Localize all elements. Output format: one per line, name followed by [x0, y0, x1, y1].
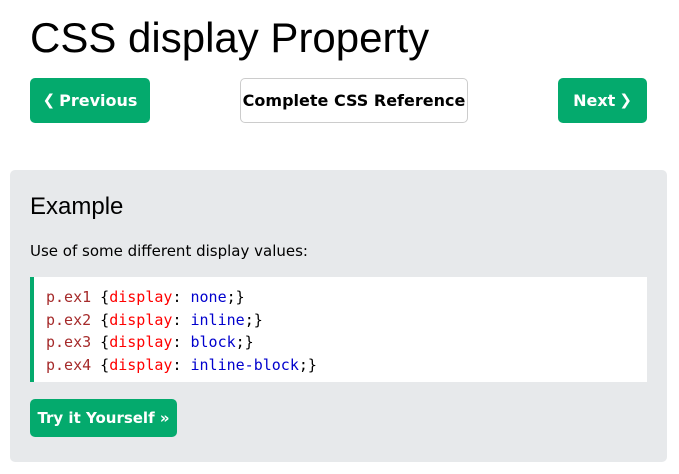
- code-value: block: [190, 333, 236, 351]
- code-line: p.ex2 {display: inline;}: [46, 310, 263, 329]
- previous-button[interactable]: ❮ Previous: [30, 78, 150, 123]
- code-selector: p.ex4: [46, 355, 92, 374]
- code-block[interactable]: p.ex1 {display: none;} p.ex2 {display: i…: [30, 277, 647, 382]
- code-property: display: [109, 355, 173, 374]
- code-value: inline-block: [190, 355, 299, 374]
- example-description: Use of some different display values:: [30, 242, 308, 260]
- next-button-label: Next: [573, 91, 616, 110]
- chevron-right-icon: ❯: [619, 91, 632, 109]
- previous-button-label: Previous: [59, 91, 138, 110]
- try-it-yourself-label: Try it Yourself »: [37, 409, 170, 427]
- code-value: inline: [190, 310, 245, 329]
- code-property: display: [109, 310, 173, 329]
- complete-css-reference-button[interactable]: Complete CSS Reference: [240, 78, 468, 123]
- try-it-yourself-button[interactable]: Try it Yourself »: [30, 399, 177, 437]
- code-selector: p.ex3: [46, 333, 92, 351]
- example-box: Example Use of some different display va…: [10, 170, 667, 462]
- next-button[interactable]: Next ❯: [558, 78, 647, 123]
- code-selector: p.ex2: [46, 310, 92, 329]
- code-line: p.ex4 {display: inline-block;}: [46, 355, 317, 374]
- code-line: p.ex3 {display: block;}: [46, 333, 254, 351]
- complete-css-reference-label: Complete CSS Reference: [242, 91, 466, 110]
- code-selector: p.ex1: [46, 288, 92, 306]
- page: CSS display Property ❮ Previous Complete…: [0, 0, 679, 474]
- code-line: p.ex1 {display: none;}: [46, 288, 245, 306]
- code-property: display: [109, 288, 173, 306]
- code-value: none: [190, 288, 227, 306]
- code-property: display: [109, 333, 173, 351]
- page-title: CSS display Property: [30, 14, 430, 61]
- example-heading: Example: [30, 193, 124, 220]
- chevron-left-icon: ❮: [42, 91, 56, 109]
